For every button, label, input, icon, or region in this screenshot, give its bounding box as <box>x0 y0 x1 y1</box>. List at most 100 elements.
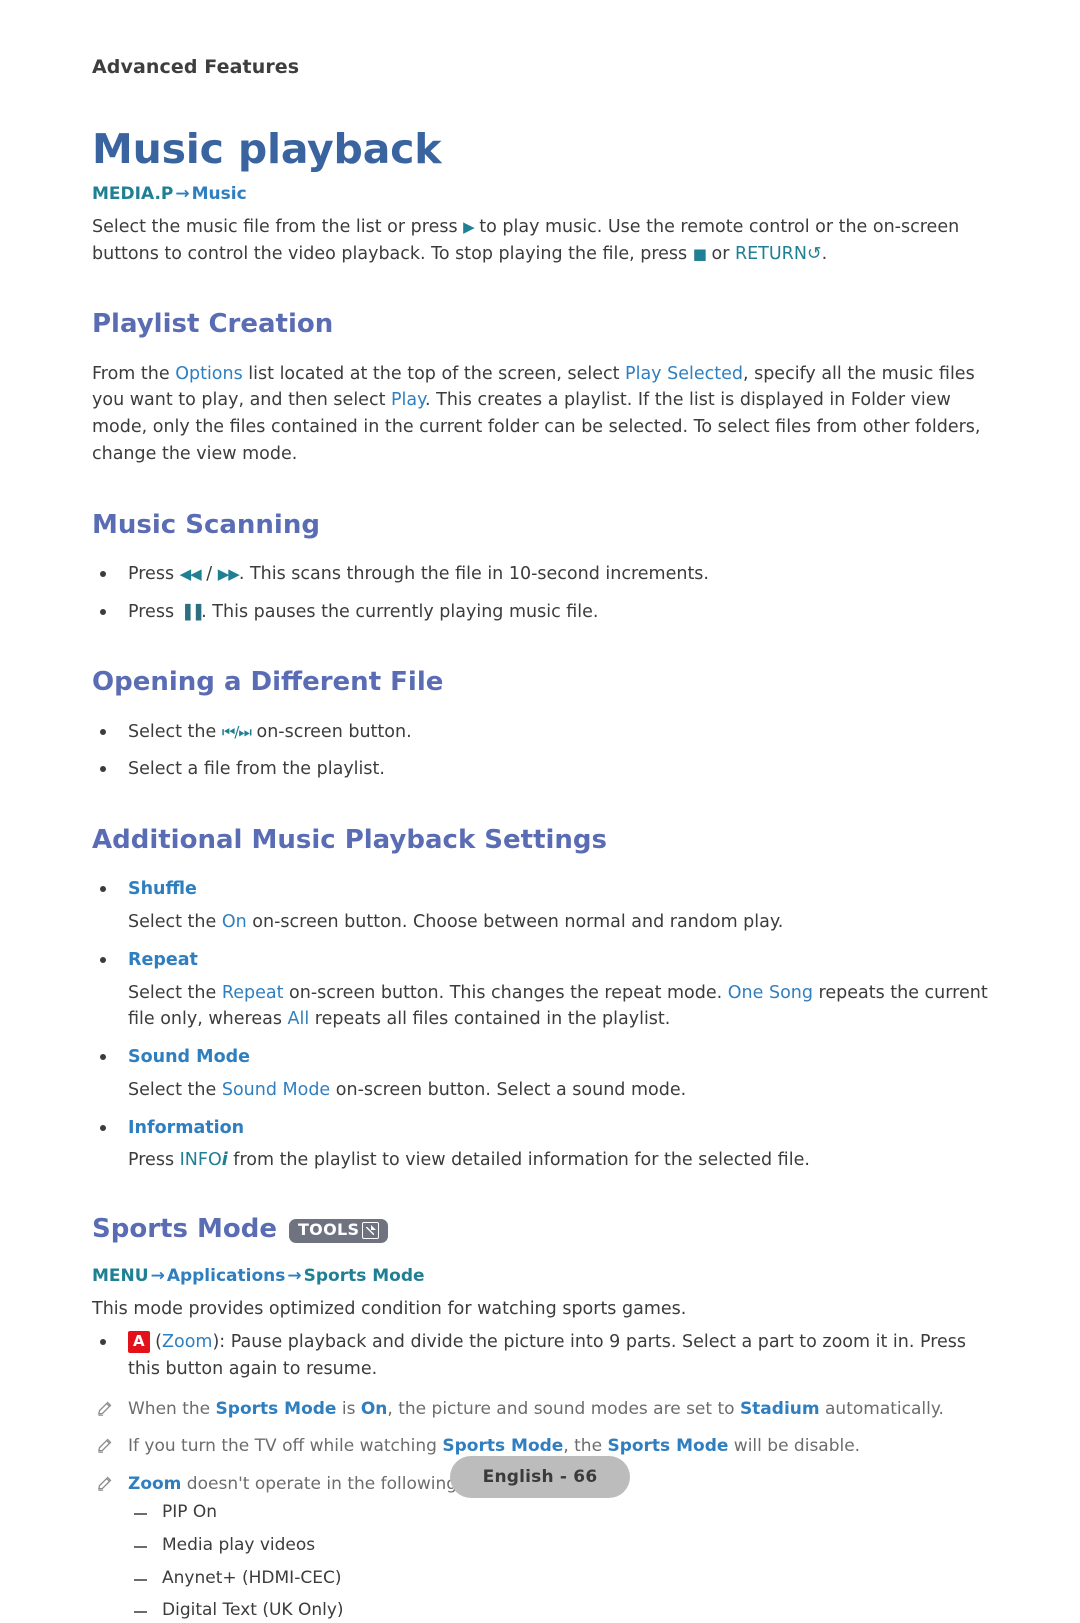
n1-text-3: , the picture and sound modes are set to <box>387 1398 740 1419</box>
list-item: Sound Mode Select the Sound Mode on-scre… <box>92 1044 988 1104</box>
sm-link-sound-mode[interactable]: Sound Mode <box>222 1080 330 1100</box>
ms2-text-1: Press <box>128 601 180 622</box>
sports-mode-paragraph: This mode provides optimized condition f… <box>92 1299 687 1320</box>
breadcrumb-sports-path: MENU → Applications → Sports Mode <box>92 1265 988 1289</box>
tools-badge[interactable]: TOOLS <box>288 1218 389 1243</box>
rp-link-one-song[interactable]: One Song <box>728 983 813 1003</box>
list-item: Select the ⏮/⏭ on-screen button. <box>92 719 988 746</box>
pc-link-options[interactable]: Options <box>175 364 243 384</box>
od2-text-1: Select a file from the playlist. <box>128 759 385 780</box>
setting-term-information[interactable]: Information <box>128 1115 988 1142</box>
section-heading-music-scanning: Music Scanning <box>92 509 320 540</box>
section-heading-opening-different-file: Opening a Different File <box>92 667 444 698</box>
rp-text-2: on-screen button. This changes the repea… <box>283 982 728 1003</box>
zb-text-1: ( <box>149 1331 162 1352</box>
sports-breadcrumb-mid[interactable]: Applications <box>167 1266 286 1286</box>
pencil-icon <box>98 1401 112 1416</box>
n1-text-2: is <box>336 1398 361 1419</box>
page-title: Music playback <box>92 125 442 173</box>
breadcrumb-root[interactable]: MEDIA.P <box>92 184 173 204</box>
setting-term-shuffle[interactable]: Shuffle <box>128 876 988 903</box>
return-arrow-icon: ↺ <box>806 243 822 264</box>
intro-paragraph: Select the music file from the list or p… <box>92 214 988 268</box>
page-footer: English - 66 <box>0 1456 1080 1498</box>
n1-link-stadium[interactable]: Stadium <box>740 1399 820 1419</box>
ms2-text-2: . This pauses the currently playing musi… <box>201 601 599 622</box>
in-key-info: INFO <box>179 1150 222 1171</box>
sports-breadcrumb-leaf[interactable]: Sports Mode <box>304 1266 425 1286</box>
ms-text-3: . This scans through the file in 10-seco… <box>238 563 709 584</box>
od-text-1: Select the <box>128 721 222 742</box>
tools-window-icon <box>362 1221 380 1239</box>
sports-breadcrumb-arrow-icon-1: → <box>150 1266 165 1287</box>
sports-mode-list: A (Zoom): Pause playback and divide the … <box>92 1329 988 1383</box>
sh-text-2: on-screen button. Choose between normal … <box>246 912 784 933</box>
breadcrumb-leaf[interactable]: Music <box>192 184 247 204</box>
setting-desc-information: Press INFOi from the playlist to view de… <box>128 1147 988 1174</box>
list-item: Shuffle Select the On on-screen button. … <box>92 876 988 936</box>
ms-text-2: / <box>200 563 218 584</box>
in-text-1: Press <box>128 1150 180 1171</box>
sh-link-on[interactable]: On <box>222 912 247 932</box>
pc-link-play[interactable]: Play <box>391 390 425 410</box>
list-item: Information Press INFOi from the playlis… <box>92 1115 988 1175</box>
n2-text-1: If you turn the TV off while watching <box>128 1436 443 1457</box>
list-item: Anynet+ (HDMI-CEC) <box>128 1567 988 1591</box>
setting-desc-repeat: Select the Repeat on-screen button. This… <box>128 980 988 1034</box>
page-number-badge: English - 66 <box>450 1456 630 1498</box>
sports-mode-title: Sports Mode <box>92 1214 277 1245</box>
intro-text-3: or <box>705 243 735 264</box>
note-item: When the Sports Mode is On, the picture … <box>92 1397 988 1423</box>
od-text-3: on-screen button. <box>250 721 412 742</box>
list-item: PIP On <box>128 1501 988 1525</box>
sm-text-1: Select the <box>128 1079 222 1100</box>
previous-track-icon: ⏮ <box>221 722 235 741</box>
n2-text-3: will be disable. <box>728 1436 861 1457</box>
stop-icon: ■ <box>692 244 707 263</box>
ms-text-1: Press <box>128 563 180 584</box>
in-text-2: from the playlist to view detailed infor… <box>227 1150 810 1171</box>
pc-link-play-selected[interactable]: Play Selected <box>625 364 743 384</box>
n1-link-on[interactable]: On <box>361 1399 388 1419</box>
rp-link-repeat[interactable]: Repeat <box>222 983 284 1003</box>
zb-link-zoom[interactable]: Zoom <box>162 1332 212 1352</box>
n2-link-sports-mode-1[interactable]: Sports Mode <box>442 1436 563 1456</box>
intro-text-4: . <box>821 243 828 264</box>
rp-text-1: Select the <box>128 982 222 1003</box>
setting-term-repeat[interactable]: Repeat <box>128 947 988 974</box>
section-heading-playlist-creation: Playlist Creation <box>92 309 334 340</box>
sports-breadcrumb-arrow-icon-2: → <box>287 1266 302 1287</box>
running-head: Advanced Features <box>92 56 300 78</box>
rp-link-all[interactable]: All <box>288 1009 310 1029</box>
list-item: Media play videos <box>128 1534 988 1558</box>
list-item: Digital Text (UK Only) <box>128 1599 988 1623</box>
pc-text-1: From the <box>92 363 176 384</box>
n2-text-2: , the <box>563 1436 608 1457</box>
sh-text-1: Select the <box>128 912 222 933</box>
pc-text-2: list located at the top of the screen, s… <box>242 363 626 384</box>
sports-mode-notes: When the Sports Mode is On, the picture … <box>92 1397 988 1623</box>
return-key-label: RETURN <box>734 243 807 264</box>
sports-breadcrumb-root[interactable]: MENU <box>92 1266 149 1286</box>
sm-text-2: on-screen button. Select a sound mode. <box>330 1079 687 1100</box>
list-item: Repeat Select the Repeat on-screen butto… <box>92 947 988 1033</box>
list-item: Press ◀◀ / ▶▶. This scans through the fi… <box>92 561 988 588</box>
n1-link-sports-mode[interactable]: Sports Mode <box>216 1399 337 1419</box>
tools-badge-label: TOOLS <box>297 1220 360 1240</box>
zb-text-2: ): Pause playback and divide the picture… <box>128 1331 967 1379</box>
manual-page: Advanced Features Music playback MEDIA.P… <box>0 0 1080 1620</box>
n1-text-1: When the <box>128 1398 216 1419</box>
red-a-button-icon: A <box>128 1330 150 1353</box>
playlist-creation-paragraph: From the Options list located at the top… <box>92 361 988 468</box>
setting-term-sound-mode[interactable]: Sound Mode <box>128 1044 988 1071</box>
section-heading-sports-mode: Sports Mode TOOLS <box>92 1214 988 1245</box>
setting-desc-shuffle: Select the On on-screen button. Choose b… <box>128 909 988 936</box>
rp-text-4: repeats all files contained in the playl… <box>309 1009 671 1030</box>
section-heading-additional-settings: Additional Music Playback Settings <box>92 825 608 856</box>
n2-link-sports-mode-2[interactable]: Sports Mode <box>607 1436 728 1456</box>
breadcrumb-arrow-icon: → <box>175 184 190 205</box>
list-item: Press ▐▐. This pauses the currently play… <box>92 599 988 626</box>
breadcrumb-media-path: MEDIA.P → Music <box>92 183 988 207</box>
list-item: A (Zoom): Pause playback and divide the … <box>92 1329 988 1383</box>
next-track-icon: ⏭ <box>238 722 251 741</box>
